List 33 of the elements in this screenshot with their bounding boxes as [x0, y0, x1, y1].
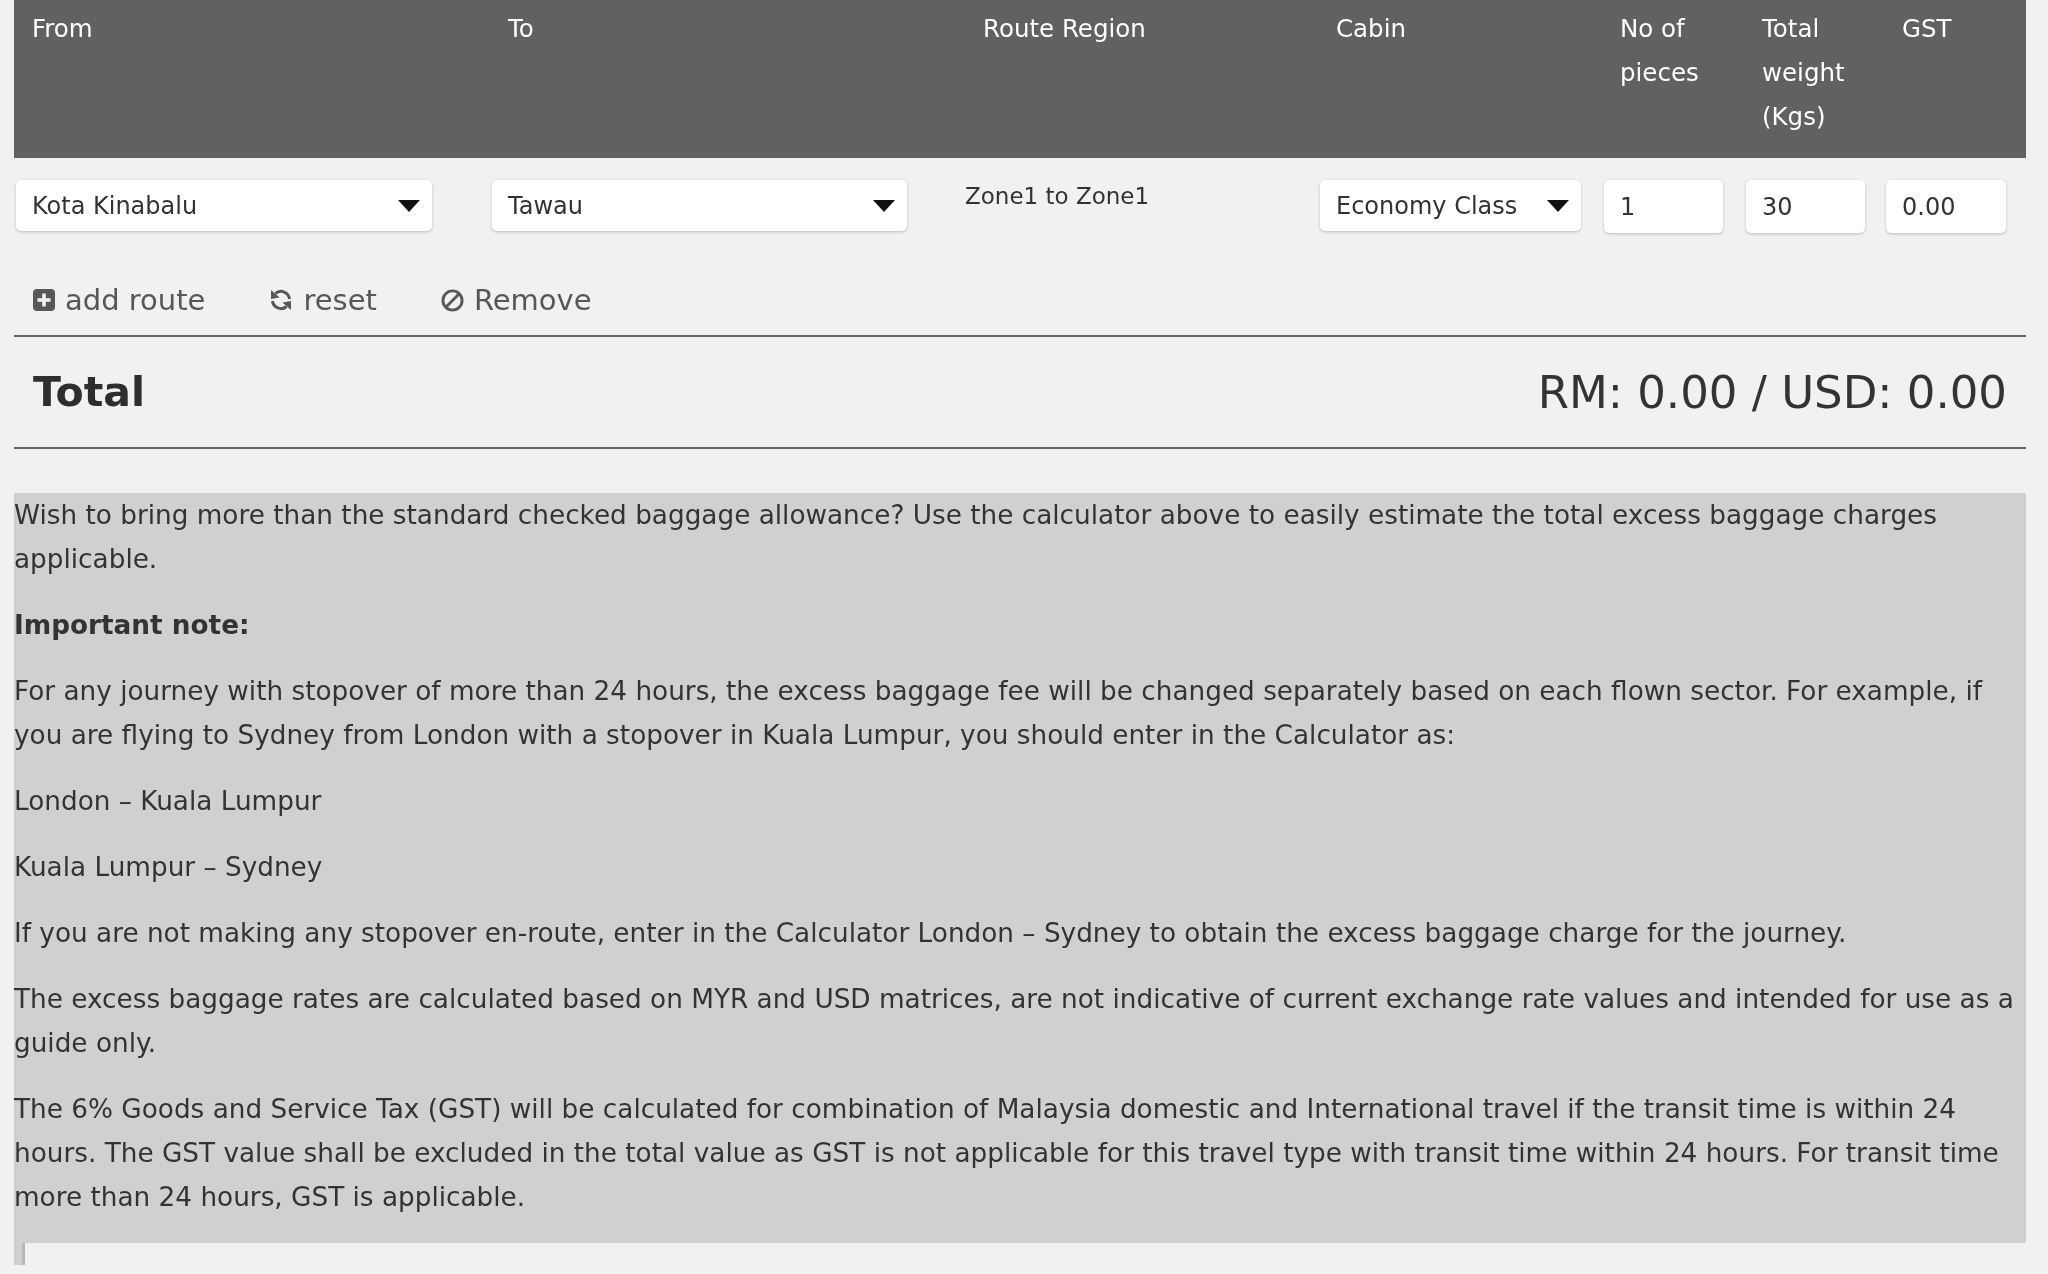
column-header: To	[507, 13, 535, 45]
weight-input[interactable]: 30	[1746, 180, 1865, 233]
reset-button[interactable]: reset	[269, 281, 377, 319]
cabin-dropdown[interactable]: Economy Class	[1320, 180, 1581, 231]
note-heading: Important note:	[14, 609, 251, 642]
caret-icon	[1547, 199, 1569, 212]
column-header: GST	[1901, 13, 1953, 45]
column-header: Total weight (Kgs)	[1761, 13, 1846, 133]
plus-icon	[33, 289, 55, 311]
info-paragraph: For any journey with stopover of more than 24 hours, the excess baggage fee will be changed separately based on each flown sector. For example, if you are flying to Sydney from London with a stopover in Kuala Lumpur, you should enter in the Calculator as:	[14, 675, 1984, 752]
column-header: No of pieces	[1619, 13, 1700, 89]
column-header: Cabin	[1335, 13, 1407, 45]
caret-icon	[873, 199, 895, 212]
info-paragraph: Kuala Lumpur – Sydney	[14, 851, 324, 884]
pieces-input[interactable]: 1	[1604, 180, 1723, 233]
info-paragraph: Wish to bring more than the standard checked baggage allowance? Use the calculator above to easily estimate the total excess baggage charges applicable.	[14, 499, 1938, 576]
info-paragraph: The 6% Goods and Service Tax (GST) will be calculated for combination of Malaysia domestic and International travel if the transit time is within 24 hours. The GST value shall be excluded in the total value as GST is not applicable for this travel type with transit time within 24 hours. For transit time more than 24 hours, GST is applicable.	[14, 1093, 2000, 1214]
info-paragraph: If you are not making any stopover en-route, enter in the Calculator London – Sydney to obtain the excess baggage charge for the journey.	[14, 917, 1848, 950]
total-amount: RM: 0.00 / USD: 0.00	[1537, 365, 2007, 419]
column-header: Route Region	[982, 13, 1147, 45]
total-label: Total	[33, 368, 145, 416]
route-region-text: Zone1 to Zone1	[965, 182, 1150, 211]
refresh-icon	[269, 288, 294, 312]
gst-input[interactable]: 0.00	[1886, 180, 2006, 233]
column-header: From	[31, 13, 94, 45]
info-paragraph: The excess baggage rates are calculated based on MYR and USD matrices, are not indicative of current exchange rate values and intended for use as a guide only.	[14, 983, 2015, 1060]
info-paragraph: London – Kuala Lumpur	[14, 785, 323, 818]
add-route-button[interactable]: add route	[33, 281, 206, 319]
remove-button[interactable]: Remove	[440, 281, 592, 319]
to-dropdown[interactable]: Tawau	[492, 180, 907, 231]
caret-icon	[398, 199, 420, 212]
from-dropdown[interactable]: Kota Kinabalu	[16, 180, 432, 231]
ban-icon	[440, 288, 464, 312]
